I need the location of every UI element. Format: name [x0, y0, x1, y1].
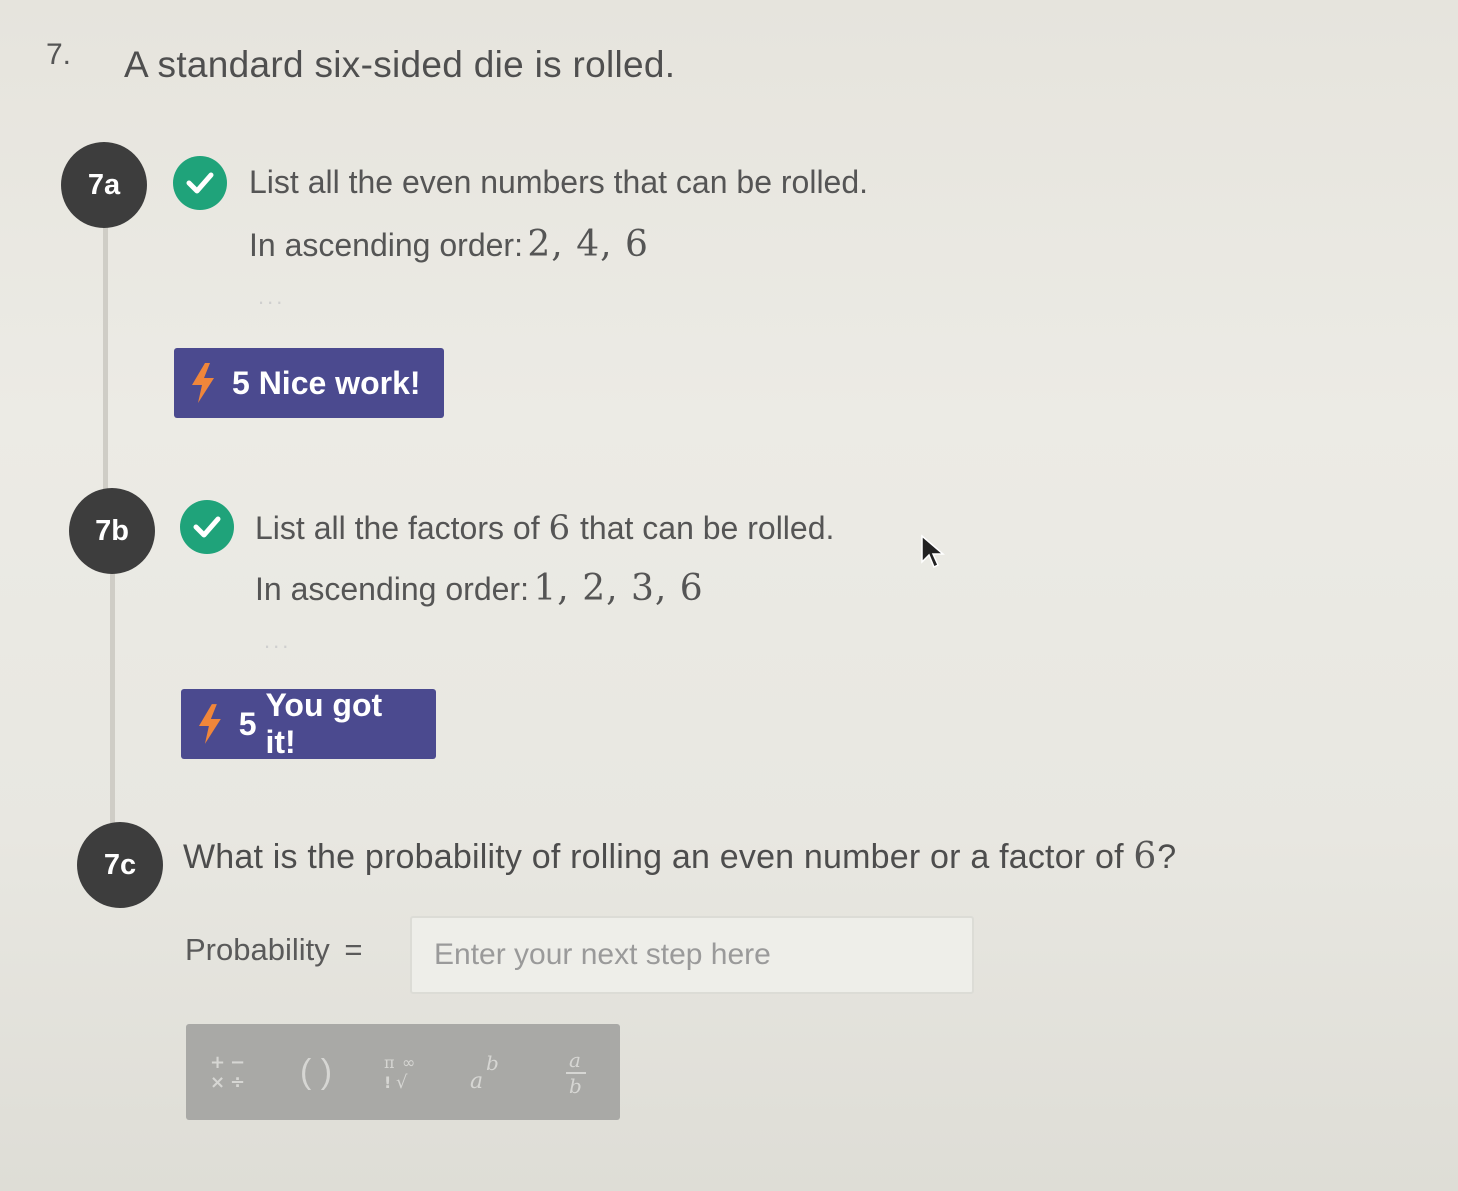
prompt-math: 6 [1133, 836, 1158, 877]
parentheses-icon[interactable]: ( ) [276, 1024, 356, 1120]
answer-prefix: In ascending order: [249, 227, 523, 263]
part-7b-more[interactable]: ... [264, 628, 291, 654]
svg-text:!: ! [384, 1073, 391, 1092]
prompt-text: that can be rolled. [580, 510, 835, 546]
part-7c-prompt: What is the probability of rolling an ev… [183, 836, 1176, 877]
svg-text:×: × [210, 1072, 225, 1092]
fraction-icon[interactable]: a b [536, 1024, 616, 1120]
symbols-icon[interactable]: π ∞ ! √ [364, 1024, 444, 1120]
svg-text:b: b [569, 1074, 582, 1097]
answer-prefix: In ascending order: [255, 571, 529, 607]
svg-text:a: a [470, 1069, 483, 1094]
svg-text:π: π [384, 1053, 395, 1072]
part-badge-7c: 7c [77, 822, 163, 908]
equals-sign: = [344, 932, 363, 967]
svg-text:÷: ÷ [230, 1072, 245, 1092]
parentheses-label: ( ) [299, 1052, 333, 1091]
part-7a-answer: In ascending order: 2, 4, 6 [249, 224, 649, 265]
svg-text:+: + [210, 1052, 225, 1073]
mouse-cursor-icon [921, 534, 946, 569]
prompt-text: ? [1157, 838, 1177, 876]
probability-input[interactable] [410, 916, 974, 994]
part-7b-answer: In ascending order: 1, 2, 3, 6 [255, 568, 704, 609]
check-circle-icon [173, 156, 227, 210]
answer-value: 2, 4, 6 [527, 224, 649, 265]
probability-label: Probability = [185, 932, 362, 968]
reward-text: Nice work! [258, 364, 421, 401]
question-number: 7. [46, 38, 72, 71]
lightning-icon [198, 704, 221, 744]
prompt-math: 6 [548, 508, 572, 548]
reward-text: You got it! [265, 687, 383, 760]
svg-text:a: a [569, 1048, 581, 1072]
operators-icon[interactable]: + − × ÷ [190, 1024, 270, 1120]
part-7a-prompt: List all the even numbers that can be ro… [249, 164, 869, 200]
part-7b-prompt: List all the factors of 6 that can be ro… [255, 508, 834, 548]
answer-value: 1, 2, 3, 6 [533, 568, 704, 609]
svg-text:√: √ [396, 1072, 408, 1093]
reward-banner-7b: 5 You got it! [181, 687, 436, 760]
prompt-text: What is the probability of rolling an ev… [183, 838, 1124, 876]
check-circle-icon [180, 500, 234, 554]
lightning-icon [192, 363, 214, 403]
timeline-rail-7b [110, 572, 115, 832]
input-label: Probability [185, 932, 330, 967]
reward-points: 5 [238, 705, 257, 742]
part-badge-7a: 7a [61, 142, 147, 228]
math-toolbar: + − × ÷ ( ) π ∞ ! √ a b a b [186, 1024, 620, 1120]
timeline-rail-7a [103, 226, 108, 492]
prompt-text: List all the factors of [255, 510, 540, 546]
svg-text:∞: ∞ [402, 1053, 415, 1072]
svg-text:b: b [486, 1051, 499, 1075]
reward-points: 5 [232, 364, 250, 401]
exponent-icon[interactable]: a b [448, 1024, 528, 1120]
reward-banner-7a: 5 Nice work! [174, 348, 444, 418]
part-badge-7b: 7b [69, 488, 155, 574]
svg-text:−: − [230, 1052, 245, 1073]
part-7a-more[interactable]: ... [258, 284, 285, 310]
question-title: A standard six-sided die is rolled. [124, 44, 676, 85]
